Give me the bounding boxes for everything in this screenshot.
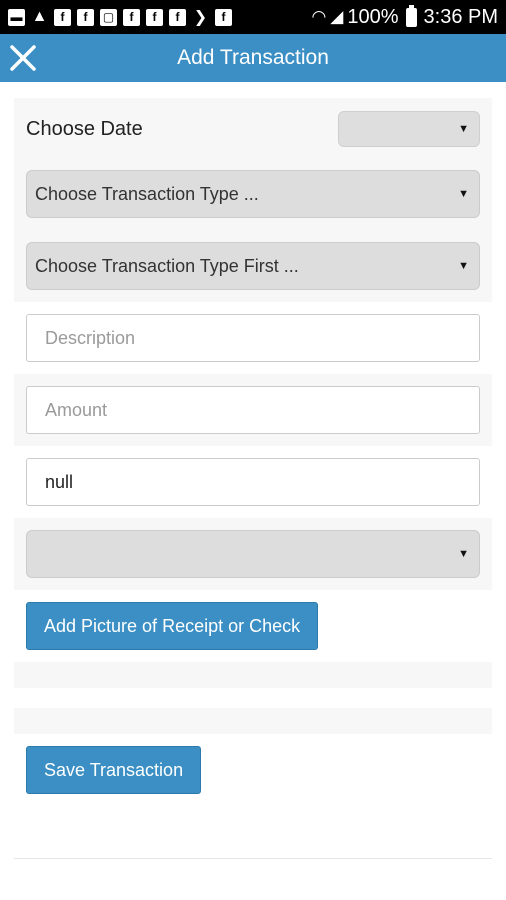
status-bar: ▬ ▲ f f ▢ f f f ❯ f ◠ ◢ 100% 3:36 PM xyxy=(0,0,506,34)
warning-icon: ▲ xyxy=(31,8,48,25)
battery-icon xyxy=(405,4,417,27)
transaction-form: Choose Date ▼ Choose Transaction Type ..… xyxy=(0,82,506,859)
extra-select-row: ▼ xyxy=(14,518,492,590)
notification-icons: ▬ ▲ f f ▢ f f f ❯ f xyxy=(8,8,311,26)
clock: 3:36 PM xyxy=(423,5,498,28)
system-status: ◠ ◢ 100% 3:36 PM xyxy=(311,4,498,29)
app-header: Add Transaction xyxy=(0,34,506,82)
transaction-type-row: Choose Transaction Type ... ▼ xyxy=(14,160,492,228)
receipt-preview-area-2 xyxy=(14,708,492,734)
clipboard-icon: ▢ xyxy=(100,8,117,26)
add-picture-button[interactable]: Add Picture of Receipt or Check xyxy=(26,602,319,650)
dropdown-caret-icon: ▼ xyxy=(458,260,469,272)
transaction-type-value: Choose Transaction Type ... xyxy=(35,183,259,204)
battery-percent: 100% xyxy=(347,5,399,28)
close-button[interactable] xyxy=(8,43,38,73)
date-select[interactable]: ▼ xyxy=(338,111,480,147)
save-transaction-button[interactable]: Save Transaction xyxy=(26,746,202,794)
add-picture-row: Add Picture of Receipt or Check xyxy=(14,590,492,662)
transaction-type-select[interactable]: Choose Transaction Type ... ▼ xyxy=(26,170,480,218)
facebook-icon: f xyxy=(146,8,163,26)
facebook-icon: f xyxy=(123,8,140,26)
description-row xyxy=(14,302,492,374)
date-row: Choose Date ▼ xyxy=(14,98,492,160)
amount-input[interactable] xyxy=(26,386,480,434)
category-value: Choose Transaction Type First ... xyxy=(35,255,299,276)
save-row: Save Transaction xyxy=(14,734,492,802)
facebook-icon: f xyxy=(77,8,94,26)
chevron-right-icon: ❯ xyxy=(193,9,208,26)
dropdown-caret-icon: ▼ xyxy=(458,548,469,560)
notes-row xyxy=(14,446,492,518)
dropdown-caret-icon: ▼ xyxy=(458,123,469,135)
dropdown-caret-icon: ▼ xyxy=(458,188,469,200)
category-select[interactable]: Choose Transaction Type First ... ▼ xyxy=(26,242,480,290)
message-icon: ▬ xyxy=(8,8,25,26)
date-label: Choose Date xyxy=(26,117,143,140)
notes-input[interactable] xyxy=(26,458,480,506)
signal-icon: ◢ xyxy=(330,7,344,26)
facebook-icon: f xyxy=(54,8,71,26)
close-icon xyxy=(10,45,36,71)
receipt-preview-area xyxy=(14,662,492,688)
facebook-icon: f xyxy=(215,8,232,26)
facebook-icon: f xyxy=(169,8,186,26)
amount-row xyxy=(14,374,492,446)
divider xyxy=(14,858,492,859)
description-input[interactable] xyxy=(26,314,480,362)
category-row: Choose Transaction Type First ... ▼ xyxy=(14,228,492,302)
wifi-icon: ◠ xyxy=(311,7,327,26)
extra-select[interactable]: ▼ xyxy=(26,530,480,578)
page-title: Add Transaction xyxy=(177,46,329,69)
